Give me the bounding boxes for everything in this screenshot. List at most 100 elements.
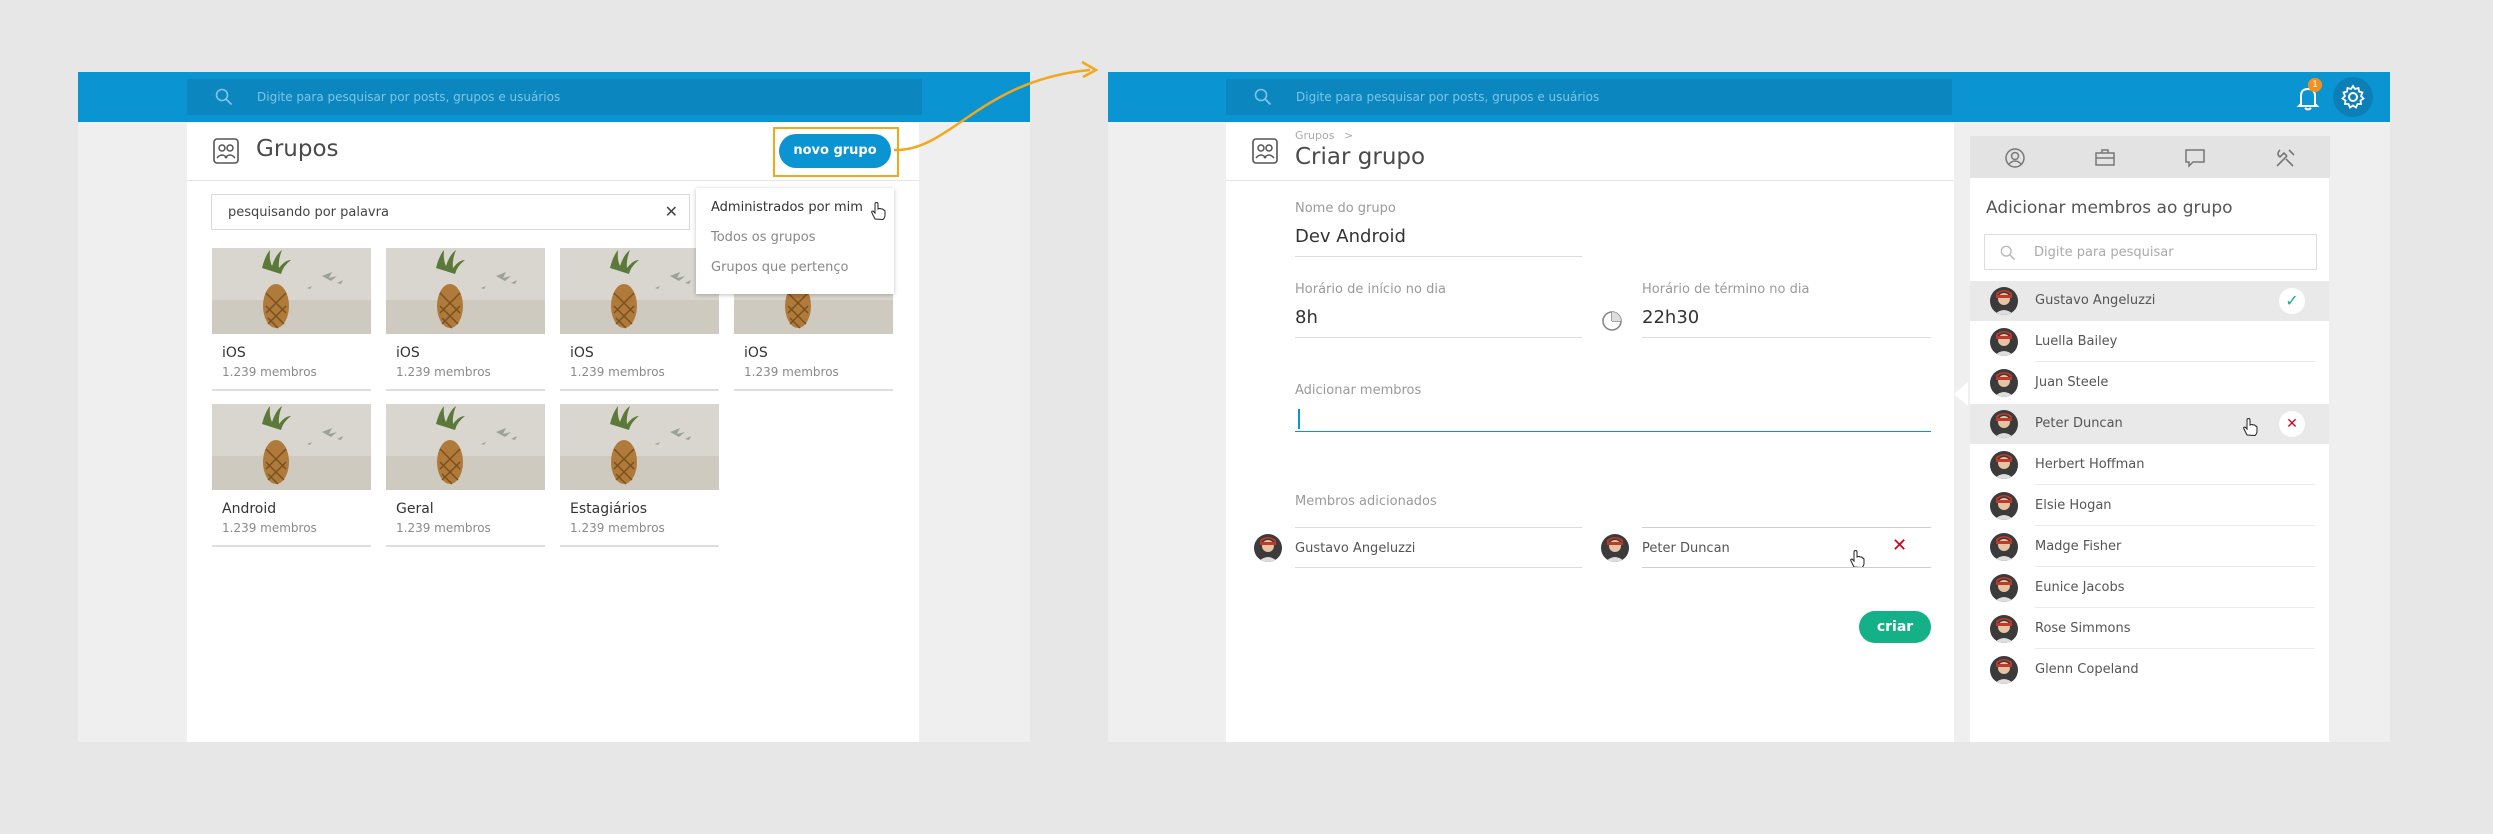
flow-arrow xyxy=(893,60,1099,152)
header-divider xyxy=(1226,180,1954,181)
add-members-input[interactable] xyxy=(1295,404,1931,432)
cursor-hand-icon xyxy=(870,202,886,220)
cursor-hand-icon xyxy=(2242,418,2258,436)
member-row[interactable]: Peter Duncan ✕ xyxy=(1970,404,2329,444)
dropdown-item-pertenco[interactable]: Grupos que pertenço xyxy=(711,260,848,275)
create-group-panel: Grupos > Criar grupo Nome do grupo Dev A… xyxy=(1226,122,1954,742)
new-group-label: novo grupo xyxy=(793,143,877,158)
briefcase-icon xyxy=(2095,149,2115,166)
row-divider xyxy=(2035,361,2315,362)
breadcrumb[interactable]: Grupos > xyxy=(1295,129,1353,142)
group-members-count: 1.239 membros xyxy=(396,521,491,535)
group-name: iOS xyxy=(222,345,246,361)
create-button-label: criar xyxy=(1876,619,1914,635)
breadcrumb-groups[interactable]: Grupos xyxy=(1295,129,1334,142)
member-name: Rose Simmons xyxy=(2035,621,2131,636)
search-icon xyxy=(215,88,233,106)
page-title: Grupos xyxy=(256,136,339,162)
member-name: Peter Duncan xyxy=(2035,416,2123,431)
notification-badge: 1 xyxy=(2308,78,2322,92)
filter-input[interactable]: pesquisando por palavra ✕ xyxy=(211,194,690,230)
group-members-count: 1.239 membros xyxy=(396,365,491,379)
remove-member-icon[interactable]: ✕ xyxy=(1892,535,1907,556)
avatar xyxy=(1254,534,1282,562)
avatar xyxy=(1990,328,2018,356)
selected-check-icon[interactable]: ✓ xyxy=(2279,288,2305,314)
sidebar-pointer xyxy=(1954,382,1968,406)
group-name: Geral xyxy=(396,501,434,517)
start-time-label: Horário de início no dia xyxy=(1295,282,1446,297)
global-search[interactable]: Digite para pesquisar por posts, grupos … xyxy=(187,79,922,115)
start-time-underline xyxy=(1295,337,1582,338)
search-icon xyxy=(1254,88,1272,106)
create-button[interactable]: criar xyxy=(1859,611,1931,643)
member-name: Gustavo Angeluzzi xyxy=(2035,293,2156,308)
global-search[interactable]: Digite para pesquisar por posts, grupos … xyxy=(1226,79,1952,115)
group-name: Estagiários xyxy=(570,501,648,517)
group-card[interactable]: iOS 1.239 membros xyxy=(212,248,371,391)
dropdown-item-administrados[interactable]: Administrados por mim xyxy=(711,200,863,215)
page-title: Criar grupo xyxy=(1295,144,1426,170)
member-row[interactable]: Elsie Hogan xyxy=(1970,486,2329,526)
group-members-count: 1.239 membros xyxy=(222,521,317,535)
member-name: Eunice Jacobs xyxy=(2035,580,2125,595)
group-name: iOS xyxy=(396,345,420,361)
avatar xyxy=(1601,534,1629,562)
right-screen: Digite para pesquisar por posts, grupos … xyxy=(1108,72,2390,742)
avatar xyxy=(1990,410,2018,438)
avatar xyxy=(1990,369,2018,397)
member-name: Madge Fisher xyxy=(2035,539,2122,554)
member-row[interactable]: Juan Steele xyxy=(1970,363,2329,403)
group-card[interactable]: Estagiários 1.239 membros xyxy=(560,404,719,547)
group-name: Android xyxy=(222,501,277,517)
member-row[interactable]: Herbert Hoffman xyxy=(1970,445,2329,485)
groups-icon xyxy=(1252,138,1278,164)
chat-icon xyxy=(2185,149,2205,168)
group-card[interactable]: Geral 1.239 membros xyxy=(386,404,545,547)
member-row[interactable]: Luella Bailey xyxy=(1970,322,2329,362)
member-name: Glenn Copeland xyxy=(2035,662,2139,677)
added-member-top-line xyxy=(1295,527,1582,528)
new-group-button[interactable]: novo grupo xyxy=(779,134,891,168)
member-search-input[interactable]: Digite para pesquisar xyxy=(1984,234,2317,270)
group-members-count: 1.239 membros xyxy=(222,365,317,379)
close-icon[interactable]: ✕ xyxy=(665,202,678,221)
group-name-field[interactable]: Dev Android xyxy=(1295,226,1406,247)
header-divider xyxy=(187,180,919,181)
start-time-field[interactable]: 8h xyxy=(1295,307,1318,328)
avatar xyxy=(1990,451,2018,479)
settings-button[interactable] xyxy=(2333,77,2373,117)
group-name-label: Nome do grupo xyxy=(1295,201,1396,216)
row-divider xyxy=(2035,607,2315,608)
top-bar: Digite para pesquisar por posts, grupos … xyxy=(1108,72,2390,122)
member-row[interactable]: Gustavo Angeluzzi ✓ xyxy=(1970,281,2329,321)
remove-member-icon[interactable]: ✕ xyxy=(2279,411,2305,437)
row-divider xyxy=(2035,648,2315,649)
groups-panel: Grupos novo grupo pesquisando por palavr… xyxy=(187,122,919,742)
member-row[interactable]: Rose Simmons xyxy=(1970,609,2329,649)
group-card[interactable]: Android 1.239 membros xyxy=(212,404,371,547)
member-row[interactable]: Glenn Copeland xyxy=(1970,650,2329,690)
avatar xyxy=(1990,615,2018,643)
group-image xyxy=(212,248,371,334)
avatar xyxy=(1990,287,2018,315)
clock-icon xyxy=(1602,311,1622,331)
notification-count: 1 xyxy=(2312,80,2318,90)
group-image xyxy=(386,404,545,490)
dropdown-item-todos[interactable]: Todos os grupos xyxy=(711,230,815,245)
added-member-name: Peter Duncan xyxy=(1642,541,1730,556)
top-bar: Digite para pesquisar por posts, grupos … xyxy=(78,72,1030,122)
group-image xyxy=(386,248,545,334)
row-divider xyxy=(2035,484,2315,485)
cursor-hand-icon xyxy=(1849,550,1865,568)
search-placeholder: Digite para pesquisar por posts, grupos … xyxy=(1296,90,1600,104)
added-member-name: Gustavo Angeluzzi xyxy=(1295,541,1416,556)
member-row[interactable]: Eunice Jacobs xyxy=(1970,568,2329,608)
end-time-field[interactable]: 22h30 xyxy=(1642,307,1699,328)
end-time-underline xyxy=(1642,337,1931,338)
group-card[interactable]: iOS 1.239 membros xyxy=(386,248,545,391)
group-members-count: 1.239 membros xyxy=(570,365,665,379)
member-row[interactable]: Madge Fisher xyxy=(1970,527,2329,567)
breadcrumb-separator: > xyxy=(1343,129,1354,142)
add-members-sidebar: Adicionar membros ao grupo Digite para p… xyxy=(1970,136,2330,742)
